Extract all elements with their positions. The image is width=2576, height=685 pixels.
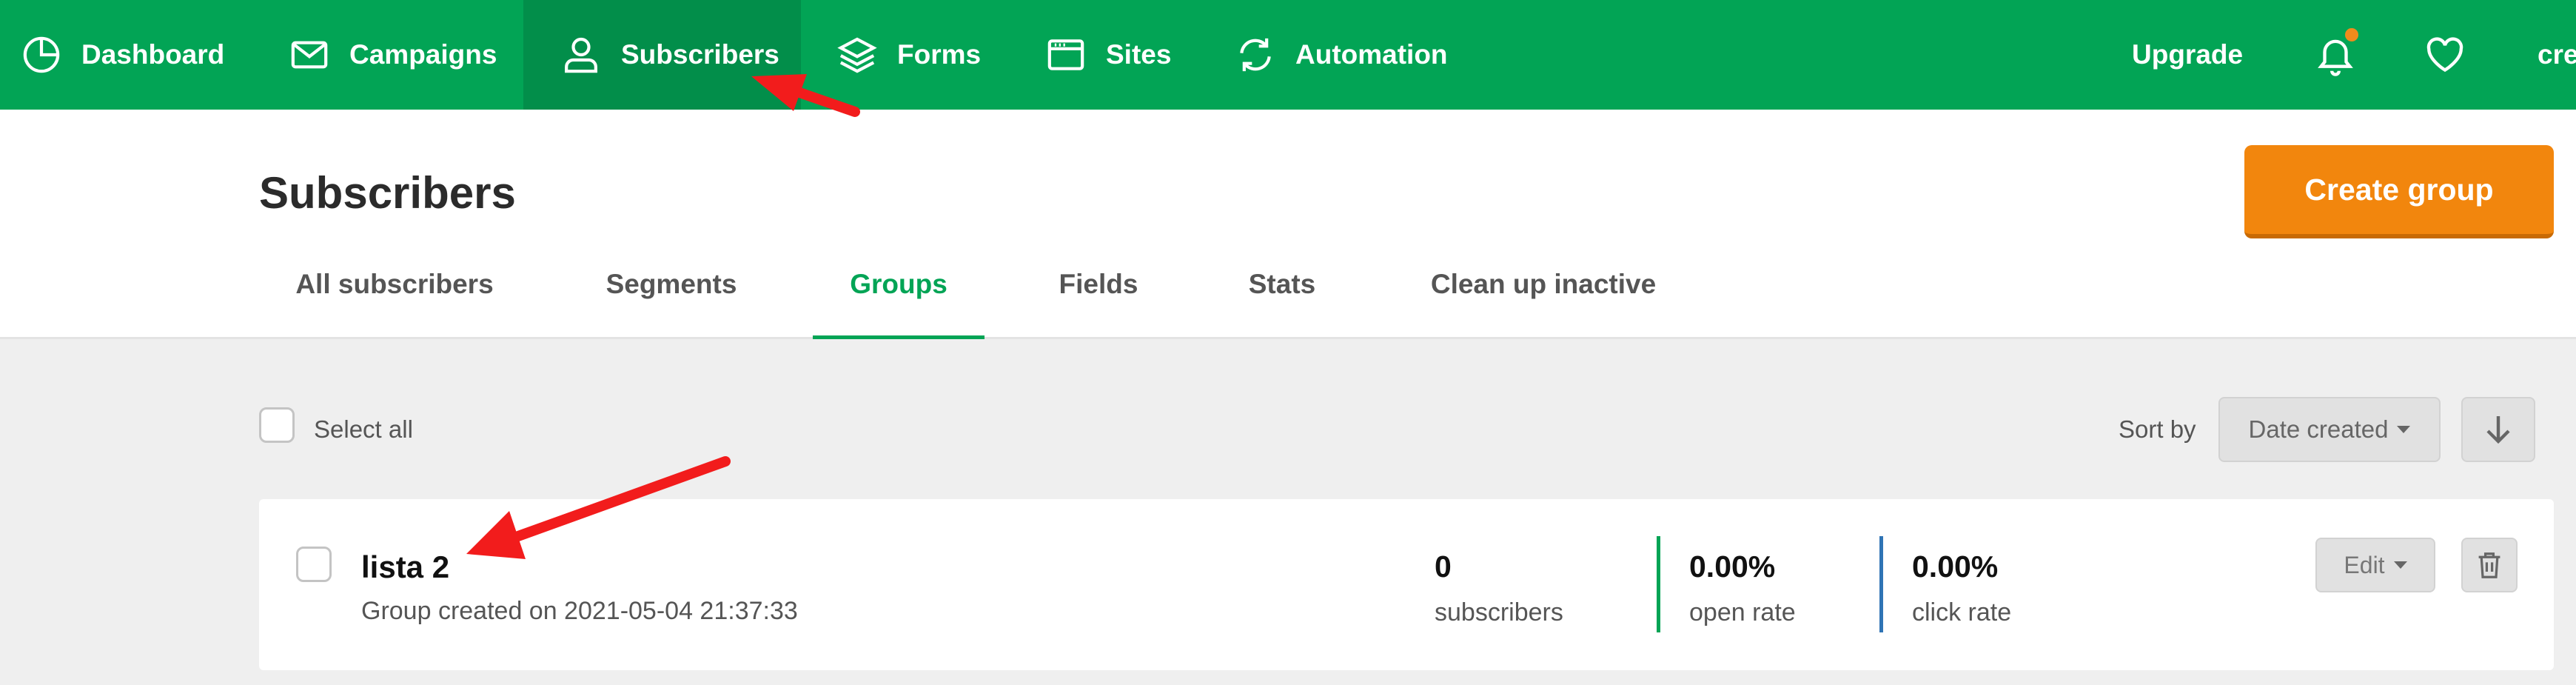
sort-by-label: Sort by: [2119, 415, 2196, 443]
notifications-button[interactable]: [2314, 0, 2360, 110]
click-rate-bar: [1879, 536, 1883, 632]
open-rate-label: open rate: [1689, 598, 1796, 626]
tab-all-subscribers[interactable]: All subscribers: [295, 269, 494, 339]
top-navigation: Dashboard Campaigns Subscribers Forms Si…: [0, 0, 2576, 110]
tab-stats[interactable]: Stats: [1245, 269, 1319, 339]
nav-automation-label: Automation: [1295, 39, 1448, 70]
tab-label: All subscribers: [295, 269, 494, 299]
page-title: Subscribers: [259, 168, 516, 218]
tab-label: Fields: [1059, 269, 1138, 299]
tab-label: Segments: [606, 269, 737, 299]
edit-button[interactable]: Edit: [2315, 538, 2435, 592]
sort-select-value: Date created: [2248, 415, 2389, 443]
group-name[interactable]: lista 2: [361, 549, 449, 585]
nav-subscribers[interactable]: Subscribers: [523, 0, 801, 110]
upgrade-label: Upgrade: [2132, 39, 2244, 70]
nav-sites[interactable]: Sites: [1045, 0, 1171, 110]
group-card: [259, 499, 2554, 670]
upgrade-link[interactable]: Upgrade: [2132, 0, 2243, 110]
tab-clean-up-inactive[interactable]: Clean up inactive: [1426, 269, 1661, 339]
tab-label: Groups: [850, 269, 947, 299]
tab-label: Stats: [1248, 269, 1316, 299]
nav-campaigns-label: Campaigns: [349, 39, 497, 70]
open-rate-value: 0.00%: [1689, 549, 1776, 584]
select-all-label: Select all: [314, 415, 413, 443]
favorites-button[interactable]: [2424, 0, 2466, 110]
trash-icon: [2478, 552, 2500, 578]
layers-icon: [837, 37, 877, 73]
tab-groups[interactable]: Groups: [813, 269, 985, 339]
nav-forms[interactable]: Forms: [836, 0, 981, 110]
edit-label: Edit: [2344, 551, 2385, 578]
account-menu[interactable]: cre: [2538, 0, 2576, 110]
browser-icon: [1047, 39, 1084, 70]
tab-label: Clean up inactive: [1430, 269, 1657, 299]
caret-down-icon: [2397, 426, 2411, 433]
nav-dashboard[interactable]: Dashboard: [21, 0, 224, 110]
envelope-icon: [291, 41, 328, 69]
arrow-down-icon: [2486, 416, 2510, 444]
notification-dot: [2344, 27, 2360, 43]
subscribers-label: subscribers: [1435, 598, 1563, 626]
group-created-date: Group created on 2021-05-04 21:37:33: [361, 597, 798, 625]
open-rate-bar: [1657, 536, 1660, 632]
nav-subscribers-label: Subscribers: [621, 39, 779, 70]
create-group-button[interactable]: Create group: [2244, 145, 2554, 238]
dashboard-icon: [23, 36, 60, 73]
user-icon: [565, 37, 597, 73]
refresh-icon: [1240, 38, 1271, 72]
tab-fields[interactable]: Fields: [1054, 269, 1143, 339]
nav-dashboard-label: Dashboard: [81, 39, 225, 70]
nav-campaigns[interactable]: Campaigns: [289, 0, 497, 110]
heart-icon: [2426, 37, 2463, 73]
sort-select[interactable]: Date created: [2218, 397, 2441, 462]
page-header: Subscribers Create group All subscribers…: [0, 110, 2576, 339]
group-row-checkbox[interactable]: [296, 547, 332, 582]
nav-forms-label: Forms: [897, 39, 982, 70]
account-label: cre: [2538, 39, 2576, 70]
sort-direction-button[interactable]: [2461, 397, 2535, 462]
click-rate-value: 0.00%: [1912, 549, 1999, 584]
select-all-checkbox[interactable]: [259, 407, 295, 443]
nav-sites-label: Sites: [1106, 39, 1172, 70]
caret-down-icon: [2393, 561, 2407, 569]
subscribers-count: 0: [1435, 549, 1452, 584]
click-rate-label: click rate: [1912, 598, 2012, 626]
nav-automation[interactable]: Automation: [1235, 0, 1448, 110]
tab-segments[interactable]: Segments: [601, 269, 742, 339]
delete-button[interactable]: [2461, 538, 2518, 592]
